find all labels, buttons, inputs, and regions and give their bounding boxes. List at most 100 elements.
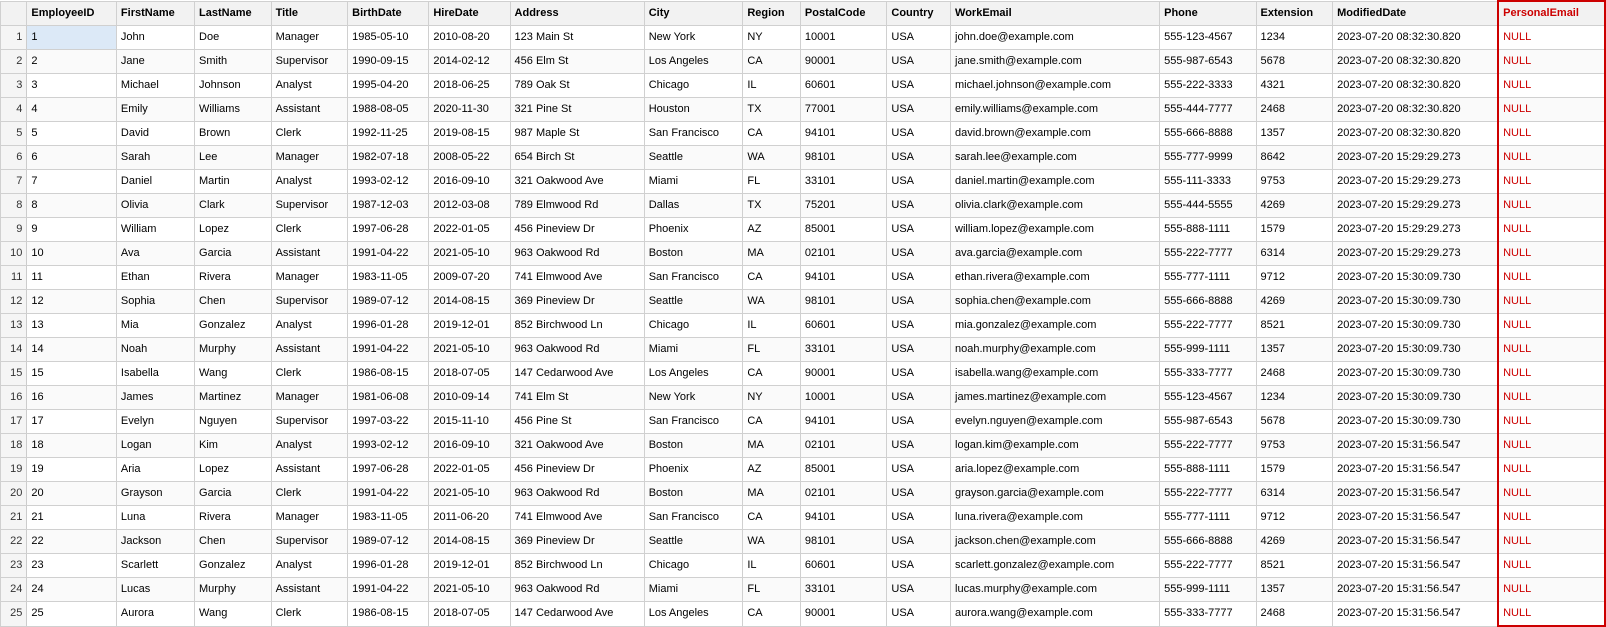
- cell-PersonalEmail[interactable]: NULL: [1498, 554, 1605, 578]
- cell-EmployeeID[interactable]: 1: [27, 26, 117, 50]
- cell-Title[interactable]: Assistant: [271, 338, 348, 362]
- cell-City[interactable]: San Francisco: [644, 410, 743, 434]
- cell-Country[interactable]: USA: [887, 194, 951, 218]
- cell-Title[interactable]: Clerk: [271, 362, 348, 386]
- cell-Address[interactable]: 963 Oakwood Rd: [510, 242, 644, 266]
- cell-HireDate[interactable]: 2016-09-10: [429, 170, 510, 194]
- cell-LastName[interactable]: Garcia: [195, 242, 272, 266]
- cell-Extension[interactable]: 1234: [1256, 386, 1333, 410]
- cell-EmployeeID[interactable]: 17: [27, 410, 117, 434]
- cell-City[interactable]: Houston: [644, 98, 743, 122]
- cell-Address[interactable]: 963 Oakwood Rd: [510, 482, 644, 506]
- cell-Country[interactable]: USA: [887, 98, 951, 122]
- cell-WorkEmail[interactable]: luna.rivera@example.com: [951, 506, 1160, 530]
- cell-LastName[interactable]: Chen: [195, 290, 272, 314]
- cell-Country[interactable]: USA: [887, 50, 951, 74]
- cell-HireDate[interactable]: 2014-08-15: [429, 290, 510, 314]
- cell-row-num[interactable]: 3: [1, 74, 27, 98]
- cell-Address[interactable]: 963 Oakwood Rd: [510, 578, 644, 602]
- table-row[interactable]: 22JaneSmithSupervisor1990-09-152014-02-1…: [1, 50, 1606, 74]
- cell-HireDate[interactable]: 2021-05-10: [429, 242, 510, 266]
- cell-EmployeeID[interactable]: 21: [27, 506, 117, 530]
- cell-Phone[interactable]: 555-666-8888: [1160, 122, 1256, 146]
- cell-row-num[interactable]: 20: [1, 482, 27, 506]
- cell-BirthDate[interactable]: 1997-06-28: [348, 218, 429, 242]
- cell-FirstName[interactable]: Evelyn: [116, 410, 194, 434]
- cell-HireDate[interactable]: 2011-06-20: [429, 506, 510, 530]
- cell-row-num[interactable]: 12: [1, 290, 27, 314]
- cell-Region[interactable]: MA: [743, 434, 801, 458]
- cell-HireDate[interactable]: 2009-07-20: [429, 266, 510, 290]
- cell-WorkEmail[interactable]: sophia.chen@example.com: [951, 290, 1160, 314]
- col-header-WorkEmail[interactable]: WorkEmail: [951, 1, 1160, 26]
- cell-Address[interactable]: 963 Oakwood Rd: [510, 338, 644, 362]
- col-header-City[interactable]: City: [644, 1, 743, 26]
- cell-Phone[interactable]: 555-222-7777: [1160, 434, 1256, 458]
- cell-EmployeeID[interactable]: 5: [27, 122, 117, 146]
- cell-Extension[interactable]: 1357: [1256, 338, 1333, 362]
- cell-EmployeeID[interactable]: 19: [27, 458, 117, 482]
- cell-PostalCode[interactable]: 02101: [800, 482, 886, 506]
- cell-WorkEmail[interactable]: logan.kim@example.com: [951, 434, 1160, 458]
- cell-LastName[interactable]: Smith: [195, 50, 272, 74]
- cell-Title[interactable]: Clerk: [271, 602, 348, 627]
- cell-Country[interactable]: USA: [887, 362, 951, 386]
- cell-row-num[interactable]: 6: [1, 146, 27, 170]
- cell-PostalCode[interactable]: 77001: [800, 98, 886, 122]
- cell-Phone[interactable]: 555-888-1111: [1160, 458, 1256, 482]
- cell-WorkEmail[interactable]: james.martinez@example.com: [951, 386, 1160, 410]
- cell-Title[interactable]: Assistant: [271, 98, 348, 122]
- cell-City[interactable]: Chicago: [644, 554, 743, 578]
- cell-LastName[interactable]: Lopez: [195, 218, 272, 242]
- cell-ModifiedDate[interactable]: 2023-07-20 15:30:09.730: [1333, 410, 1499, 434]
- table-row[interactable]: 1616JamesMartinezManager1981-06-082010-0…: [1, 386, 1606, 410]
- col-header-ModifiedDate[interactable]: ModifiedDate: [1333, 1, 1499, 26]
- cell-City[interactable]: Boston: [644, 242, 743, 266]
- cell-LastName[interactable]: Doe: [195, 26, 272, 50]
- cell-WorkEmail[interactable]: jane.smith@example.com: [951, 50, 1160, 74]
- cell-BirthDate[interactable]: 1987-12-03: [348, 194, 429, 218]
- cell-WorkEmail[interactable]: daniel.martin@example.com: [951, 170, 1160, 194]
- col-header-Title[interactable]: Title: [271, 1, 348, 26]
- cell-Phone[interactable]: 555-666-8888: [1160, 530, 1256, 554]
- cell-ModifiedDate[interactable]: 2023-07-20 08:32:30.820: [1333, 122, 1499, 146]
- cell-City[interactable]: Chicago: [644, 314, 743, 338]
- cell-Region[interactable]: AZ: [743, 458, 801, 482]
- cell-Extension[interactable]: 1579: [1256, 458, 1333, 482]
- table-row[interactable]: 2222JacksonChenSupervisor1989-07-122014-…: [1, 530, 1606, 554]
- cell-Address[interactable]: 147 Cedarwood Ave: [510, 362, 644, 386]
- cell-PersonalEmail[interactable]: NULL: [1498, 242, 1605, 266]
- cell-PersonalEmail[interactable]: NULL: [1498, 26, 1605, 50]
- cell-Address[interactable]: 123 Main St: [510, 26, 644, 50]
- cell-row-num[interactable]: 21: [1, 506, 27, 530]
- cell-FirstName[interactable]: Ethan: [116, 266, 194, 290]
- cell-Phone[interactable]: 555-222-7777: [1160, 482, 1256, 506]
- cell-Address[interactable]: 741 Elm St: [510, 386, 644, 410]
- cell-Country[interactable]: USA: [887, 338, 951, 362]
- cell-FirstName[interactable]: Luna: [116, 506, 194, 530]
- cell-PersonalEmail[interactable]: NULL: [1498, 74, 1605, 98]
- cell-PostalCode[interactable]: 02101: [800, 434, 886, 458]
- cell-Region[interactable]: NY: [743, 26, 801, 50]
- cell-Address[interactable]: 321 Pine St: [510, 98, 644, 122]
- cell-Country[interactable]: USA: [887, 74, 951, 98]
- cell-FirstName[interactable]: Sophia: [116, 290, 194, 314]
- cell-PersonalEmail[interactable]: NULL: [1498, 578, 1605, 602]
- cell-row-num[interactable]: 22: [1, 530, 27, 554]
- cell-Title[interactable]: Assistant: [271, 242, 348, 266]
- cell-Region[interactable]: CA: [743, 50, 801, 74]
- cell-FirstName[interactable]: Daniel: [116, 170, 194, 194]
- cell-PersonalEmail[interactable]: NULL: [1498, 386, 1605, 410]
- cell-LastName[interactable]: Williams: [195, 98, 272, 122]
- table-row[interactable]: 1111EthanRiveraManager1983-11-052009-07-…: [1, 266, 1606, 290]
- cell-City[interactable]: Dallas: [644, 194, 743, 218]
- cell-Country[interactable]: USA: [887, 242, 951, 266]
- cell-PersonalEmail[interactable]: NULL: [1498, 146, 1605, 170]
- cell-Country[interactable]: USA: [887, 578, 951, 602]
- cell-Region[interactable]: TX: [743, 194, 801, 218]
- table-row[interactable]: 66SarahLeeManager1982-07-182008-05-22654…: [1, 146, 1606, 170]
- cell-WorkEmail[interactable]: scarlett.gonzalez@example.com: [951, 554, 1160, 578]
- cell-HireDate[interactable]: 2020-11-30: [429, 98, 510, 122]
- cell-row-num[interactable]: 25: [1, 602, 27, 627]
- cell-Address[interactable]: 789 Oak St: [510, 74, 644, 98]
